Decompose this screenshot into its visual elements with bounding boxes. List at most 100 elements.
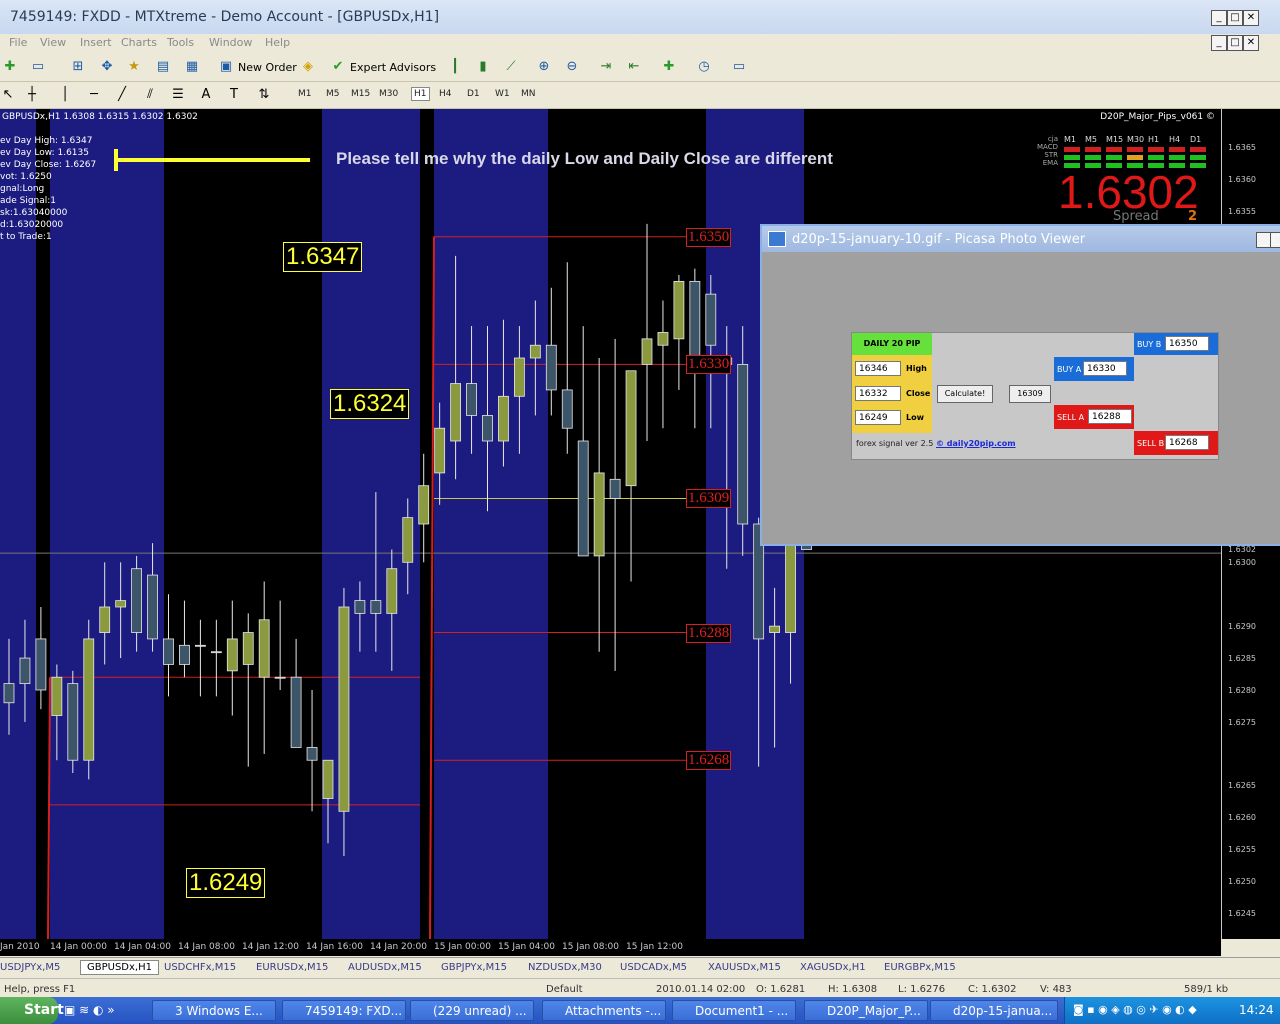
templates-icon[interactable]: ▭ [731, 59, 747, 75]
status-time: 2010.01.14 02:00 [656, 984, 746, 995]
menu-file[interactable]: File [9, 36, 27, 49]
price-tick: 1.6280 [1228, 685, 1256, 695]
tf-w1[interactable]: W1 [495, 89, 510, 99]
info-line: d:1.63020000 [0, 220, 64, 230]
chart-tab[interactable]: USDJPYx,M5 [0, 962, 60, 973]
menu-help[interactable]: Help [265, 36, 290, 49]
menu-charts[interactable]: Charts [121, 36, 157, 49]
signal-cell [1085, 147, 1101, 152]
taskbar-item[interactable]: D20P_Major_P... [804, 1000, 928, 1021]
info-panel: ev Day High: 1.6347 ev Day Low: 1.6135 ev … [0, 135, 96, 243]
tf-h1[interactable]: H1 [411, 87, 430, 101]
chart-tab[interactable]: XAGUSDx,H1 [800, 962, 866, 973]
child-restore-button[interactable]: □ [1227, 35, 1243, 51]
tf-d1[interactable]: D1 [467, 89, 480, 99]
chart-tab[interactable]: AUDUSDx,M15 [348, 962, 422, 973]
picasa-maximize-button[interactable]: □ [1270, 232, 1280, 248]
picasa-viewer-window[interactable]: d20p-15-january-10.gif - Picasa Photo Vi… [760, 224, 1280, 546]
taskbar-item[interactable]: 7459149: FXD... [282, 1000, 406, 1021]
data-window-icon[interactable]: ✥ [99, 59, 115, 75]
crosshair-icon[interactable]: ┼ [24, 87, 40, 103]
candle-body [338, 606, 350, 812]
periods-clock-icon[interactable]: ◷ [696, 59, 712, 75]
expert-advisors-button[interactable]: Expert Advisors [350, 61, 436, 74]
picasa-title-bar[interactable]: d20p-15-january-10.gif - Picasa Photo Vi… [762, 226, 1280, 252]
fibonacci-icon[interactable]: ☰ [170, 87, 186, 103]
text-tool-icon[interactable]: A [198, 87, 214, 103]
new-order-icon[interactable]: ▣ [218, 59, 234, 75]
candlesticks-icon[interactable]: ▮ [475, 59, 491, 75]
channel-icon[interactable]: ⫽ [142, 87, 158, 103]
metaeditor-icon[interactable]: ◈ [300, 59, 316, 75]
window-title-bar[interactable]: 7459149: FXDD - MTXtreme - Demo Account … [0, 0, 1280, 35]
auto-scroll-icon[interactable]: ⇥ [598, 59, 614, 75]
vertical-line-icon[interactable]: │ [57, 87, 73, 103]
tf-h4[interactable]: H4 [439, 89, 452, 99]
menu-insert[interactable]: Insert [80, 36, 112, 49]
chart-shift-icon[interactable]: ⇤ [626, 59, 642, 75]
terminal-icon[interactable]: ▤ [155, 59, 171, 75]
time-axis[interactable]: Jan 2010 14 Jan 00:00 14 Jan 04:00 14 Jan 0… [0, 939, 1221, 956]
system-tray: ◙ ▪ ◉ ◈ ◍ ◎ ✈ ◉ ◐ ◆ 14:24 [1064, 997, 1280, 1024]
low-input[interactable]: 16249 [855, 410, 901, 425]
start-button[interactable]: Start [0, 997, 64, 1024]
chart-tab[interactable]: XAUUSDx,M15 [708, 962, 781, 973]
close-button[interactable]: ✕ [1243, 10, 1259, 26]
candle-body [577, 440, 589, 557]
indicators-icon[interactable]: ✚ [661, 59, 677, 75]
navigator-icon[interactable]: ★ [126, 59, 142, 75]
minimize-button[interactable]: _ [1211, 10, 1227, 26]
candle-body [242, 632, 254, 665]
taskbar-item[interactable]: 3 Windows E... [152, 1000, 276, 1021]
new-chart-icon[interactable]: ✚ [2, 59, 18, 75]
status-volume: V: 483 [1040, 984, 1072, 995]
taskbar-item[interactable]: d20p-15-janua... [930, 1000, 1058, 1021]
signal-timeframe-label: H1 [1148, 135, 1160, 144]
menu-window[interactable]: Window [209, 36, 252, 49]
strategy-tester-icon[interactable]: ▦ [184, 59, 200, 75]
profiles-icon[interactable]: ▭ [30, 59, 46, 75]
cursor-icon[interactable]: ↖ [0, 87, 16, 103]
chart-tab[interactable]: USDCADx,M5 [620, 962, 687, 973]
high-input[interactable]: 16346 [855, 361, 901, 376]
arrows-icon[interactable]: ⇅ [256, 87, 272, 103]
tf-m1[interactable]: M1 [298, 89, 312, 99]
tray-icons[interactable]: ◙ ▪ ◉ ◈ ◍ ◎ ✈ ◉ ◐ ◆ [1073, 1003, 1197, 1016]
trendline-icon[interactable]: ╱ [114, 87, 130, 103]
new-order-button[interactable]: New Order [238, 61, 297, 74]
candle-body [258, 619, 270, 678]
zoom-in-icon[interactable]: ⊕ [536, 59, 552, 75]
maximize-button[interactable]: □ [1227, 10, 1243, 26]
taskbar-item[interactable]: Document1 - ... [672, 1000, 796, 1021]
calculate-button[interactable]: Calculate! [937, 385, 993, 403]
close-input[interactable]: 16332 [855, 386, 901, 401]
taskbar-item[interactable]: Attachments -... [542, 1000, 666, 1021]
child-minimize-button[interactable]: _ [1211, 35, 1227, 51]
taskbar-item[interactable]: (229 unread) ... [410, 1000, 534, 1021]
website-link[interactable]: © daily20pip.com [936, 439, 1016, 448]
child-close-button[interactable]: ✕ [1243, 35, 1259, 51]
chart-tab[interactable]: EURGBPx,M15 [884, 962, 956, 973]
chart-tab[interactable]: EURUSDx,M15 [256, 962, 328, 973]
chart-tab[interactable]: NZDUSDx,M30 [528, 962, 602, 973]
market-watch-icon[interactable]: ⊞ [70, 59, 86, 75]
menu-view[interactable]: View [40, 36, 66, 49]
tf-m30[interactable]: M30 [379, 89, 398, 99]
chart-tab[interactable]: GBPUSDx,H1 [80, 960, 159, 975]
tf-mn[interactable]: MN [521, 89, 536, 99]
expert-advisors-icon[interactable]: ✔ [330, 59, 346, 75]
chart-tab[interactable]: GBPJPYx,M15 [441, 962, 507, 973]
zoom-out-icon[interactable]: ⊖ [564, 59, 580, 75]
chart-tab[interactable]: USDCHFx,M15 [164, 962, 236, 973]
line-chart-icon[interactable]: ⟋ [503, 59, 519, 75]
time-tick: 14 Jan 16:00 [306, 942, 363, 952]
candle-body [673, 280, 685, 340]
tf-m15[interactable]: M15 [351, 89, 370, 99]
text-label-icon[interactable]: T [226, 87, 242, 103]
time-tick: 15 Jan 12:00 [626, 942, 683, 952]
tf-m5[interactable]: M5 [326, 89, 340, 99]
horizontal-line-icon[interactable]: ─ [86, 87, 102, 103]
bar-chart-icon[interactable]: ┃ [447, 59, 463, 75]
quicklaunch-icons[interactable]: ▣ ≋ ◐ » [64, 1003, 115, 1017]
menu-tools[interactable]: Tools [167, 36, 194, 49]
